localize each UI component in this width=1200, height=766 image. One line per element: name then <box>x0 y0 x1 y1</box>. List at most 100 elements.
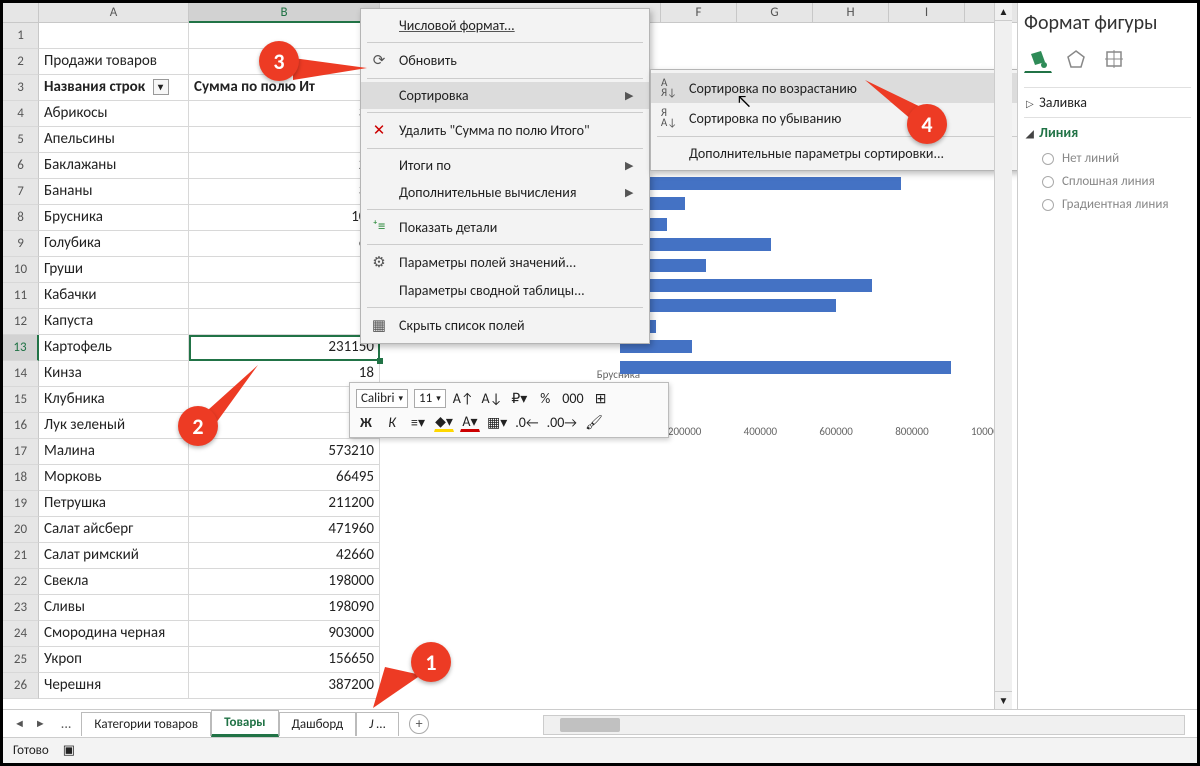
tab-nav-prev-icon[interactable]: ◄ <box>11 717 28 730</box>
increase-font-icon[interactable]: A↑ <box>452 388 475 408</box>
cell[interactable]: 36 <box>189 179 380 205</box>
merge-icon[interactable]: ⊞ <box>591 388 611 408</box>
italic-button[interactable]: К <box>382 412 402 432</box>
row-header[interactable]: 23 <box>3 595 39 621</box>
ctx-delete-field[interactable]: ✕ Удалить "Сумма по полю Итого" <box>361 116 649 145</box>
fill-color-icon[interactable]: ◆▾ <box>434 412 454 432</box>
cell[interactable]: Укроп <box>39 647 189 673</box>
cell[interactable]: 100 <box>189 205 380 231</box>
ctx-pivot-options[interactable]: Параметры сводной таблицы... <box>361 277 649 304</box>
row-header[interactable]: 15 <box>3 387 39 413</box>
cell[interactable]: Салат римский <box>39 543 189 569</box>
chart-bar[interactable] <box>620 299 836 312</box>
row-header[interactable]: 3 <box>3 75 39 101</box>
cell[interactable]: Смородина черная <box>39 621 189 647</box>
cell[interactable]: Кабачки <box>39 283 189 309</box>
row-header[interactable]: 7 <box>3 179 39 205</box>
sort-desc[interactable]: ЯА↓ Сортировка по убыванию <box>651 103 1029 133</box>
cell[interactable]: 16 <box>189 127 380 153</box>
font-name-dropdown[interactable]: Calibri▾ <box>356 389 408 408</box>
sort-asc[interactable]: АЯ↓ Сортировка по возрастанию <box>651 73 1029 103</box>
cell[interactable]: 10 <box>189 257 380 283</box>
filter-dropdown-icon[interactable]: ▾ <box>153 79 169 95</box>
cell[interactable]: Голубика <box>39 231 189 257</box>
cell[interactable]: Петрушка <box>39 491 189 517</box>
row-header[interactable]: 16 <box>3 413 39 439</box>
decrease-font-icon[interactable]: A↓ <box>481 388 504 408</box>
cell[interactable]: 42660 <box>189 543 380 569</box>
row-header[interactable]: 24 <box>3 621 39 647</box>
cell[interactable]: 387200 <box>189 673 380 699</box>
accounting-format-icon[interactable]: ₽▾ <box>509 388 529 408</box>
cell[interactable]: 10 <box>189 309 380 335</box>
cell[interactable]: 198000 <box>189 569 380 595</box>
bold-button[interactable]: Ж <box>356 412 376 432</box>
ctx-show-details[interactable]: ⁺≡ Показать детали <box>361 213 649 241</box>
col-header-a[interactable]: A <box>39 3 189 23</box>
percent-icon[interactable]: % <box>535 388 555 408</box>
row-header[interactable]: 25 <box>3 647 39 673</box>
cell[interactable]: Апельсины <box>39 127 189 153</box>
cell[interactable]: 231150 <box>189 335 380 361</box>
row-header[interactable]: 21 <box>3 543 39 569</box>
fill-line-tab-icon[interactable] <box>1024 45 1052 73</box>
cell[interactable]: 903000 <box>189 621 380 647</box>
cell[interactable]: Брусника <box>39 205 189 231</box>
cell[interactable]: Лук зеленый <box>39 413 189 439</box>
cell[interactable]: 573210 <box>189 439 380 465</box>
row-header[interactable]: 14 <box>3 361 39 387</box>
format-painter-icon[interactable]: 🖌 <box>584 412 604 432</box>
cell[interactable]: 7 <box>189 283 380 309</box>
row-header[interactable]: 8 <box>3 205 39 231</box>
effects-tab-icon[interactable] <box>1062 45 1090 73</box>
row-header[interactable]: 22 <box>3 569 39 595</box>
cell[interactable]: Кинза <box>39 361 189 387</box>
size-tab-icon[interactable] <box>1100 45 1128 73</box>
scroll-down-icon[interactable]: ▼ <box>995 691 1012 709</box>
font-size-dropdown[interactable]: 11▾ <box>414 389 446 408</box>
cell[interactable]: Картофель <box>39 335 189 361</box>
cell[interactable]: Черешня <box>39 673 189 699</box>
decrease-decimal-icon[interactable]: .00→ <box>546 412 578 432</box>
sheet-tab-products[interactable]: Товары <box>211 710 278 737</box>
chart-bar[interactable] <box>620 361 951 374</box>
ctx-number-format[interactable]: Числовой формат... <box>361 12 649 39</box>
row-header[interactable]: 13 <box>3 335 39 361</box>
fill-handle[interactable] <box>377 358 383 364</box>
row-header[interactable]: 4 <box>3 101 39 127</box>
gradient-line-radio[interactable]: Градиентная линия <box>1024 193 1191 216</box>
cell[interactable]: Салат айсберг <box>39 517 189 543</box>
align-icon[interactable]: ≡▾ <box>408 412 428 432</box>
scrollbar-thumb[interactable] <box>560 718 620 732</box>
col-header-i[interactable]: I <box>889 3 965 23</box>
cell[interactable]: Сливы <box>39 595 189 621</box>
row-header[interactable]: 11 <box>3 283 39 309</box>
cell[interactable]: Абрикосы <box>39 101 189 127</box>
row-header[interactable]: 18 <box>3 465 39 491</box>
cell[interactable]: 66495 <box>189 465 380 491</box>
col-header-f[interactable]: F <box>661 3 737 23</box>
sheet-tab-more[interactable]: J ... <box>356 712 399 736</box>
cell[interactable]: Малина <box>39 439 189 465</box>
select-all-corner[interactable] <box>3 3 39 23</box>
cell[interactable]: Названия строк ▾ <box>39 75 189 101</box>
cell[interactable]: Свекла <box>39 569 189 595</box>
cell[interactable]: 20 <box>189 153 380 179</box>
comma-style-icon[interactable]: 000 <box>561 388 584 408</box>
cell[interactable]: 60 <box>189 231 380 257</box>
ctx-value-field-settings[interactable]: ⚙ Параметры полей значений... <box>361 248 649 277</box>
row-header[interactable]: 5 <box>3 127 39 153</box>
cell[interactable]: 35 <box>189 101 380 127</box>
chart-bar[interactable] <box>620 177 901 190</box>
increase-decimal-icon[interactable]: .0← <box>514 412 539 432</box>
cell[interactable]: Бананы <box>39 179 189 205</box>
macro-record-icon[interactable]: ▣ <box>63 743 75 758</box>
sort-more-options[interactable]: Дополнительные параметры сортировки... <box>651 140 1029 167</box>
cell[interactable]: Груши <box>39 257 189 283</box>
ctx-sort[interactable]: Сортировка ▶ <box>361 82 649 109</box>
cell[interactable]: Баклажаны <box>39 153 189 179</box>
cell[interactable]: Клубника <box>39 387 189 413</box>
ctx-additional-calc[interactable]: Дополнительные вычисления ▶ <box>361 179 649 206</box>
vertical-scrollbar[interactable]: ▲ ▼ <box>994 3 1012 709</box>
row-header[interactable]: 26 <box>3 673 39 699</box>
